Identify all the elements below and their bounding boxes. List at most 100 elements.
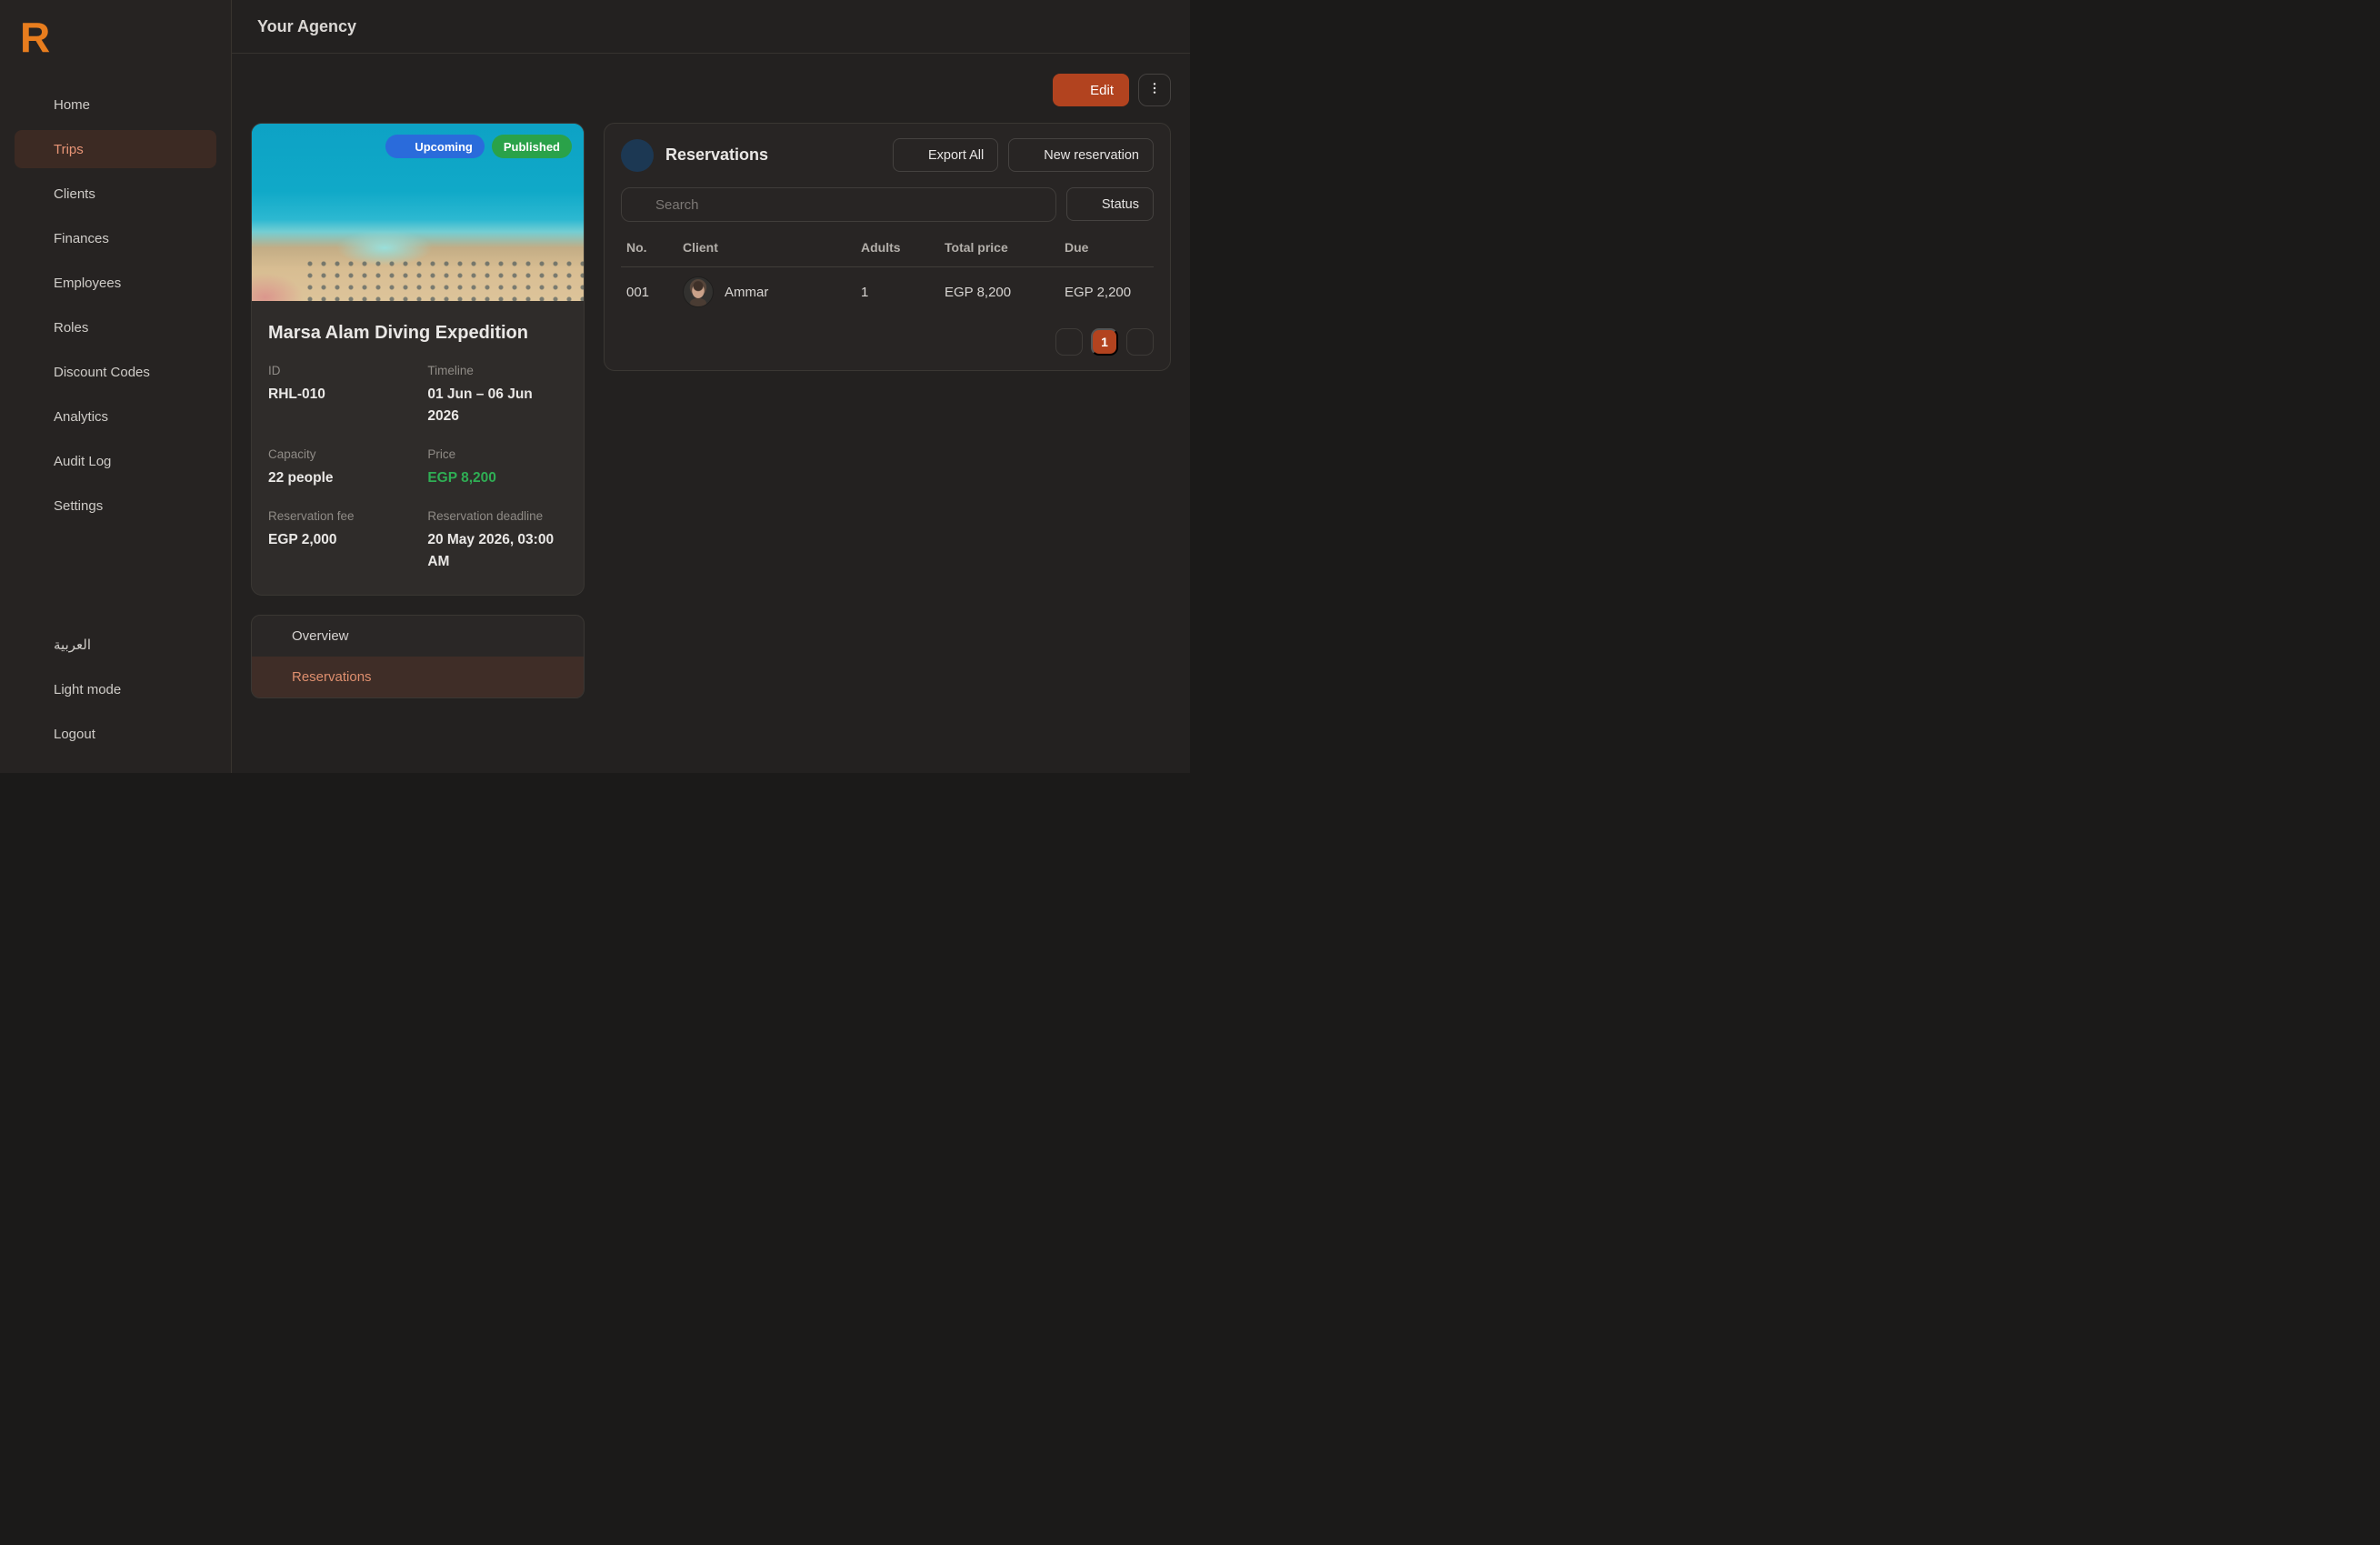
export-all-button[interactable]: Export All <box>892 138 999 172</box>
sidebar-item-roles[interactable]: Roles <box>15 308 216 346</box>
download-icon <box>907 146 921 164</box>
detail-price: Price EGP 8,200 <box>427 447 567 489</box>
right-actions: Edit <box>1053 74 1171 106</box>
detail-label: Reservation deadline <box>427 509 544 524</box>
detail-label: Capacity <box>268 447 316 462</box>
detail-label: Timeline <box>427 364 474 377</box>
column-header-no: No. <box>621 233 677 267</box>
sidebar-item-language-arabic[interactable]: العربية <box>15 626 216 664</box>
detail-capacity: Capacity 22 people <box>268 447 415 489</box>
detail-value: EGP 2,000 <box>268 532 337 548</box>
sidebar-item-finances[interactable]: Finances <box>15 219 216 257</box>
sidebar-item-discount-codes[interactable]: Discount Codes <box>15 353 216 391</box>
detail-value: 22 people <box>268 470 334 487</box>
sidebar-item-label: العربية <box>54 637 91 653</box>
table-row[interactable]: 001 Ammar 1 EGP 8,200 EGP 2,200 <box>621 267 1154 317</box>
search-row: Status <box>621 187 1154 222</box>
detail-value: 20 May 2026, 03:00 AM <box>427 532 555 570</box>
search-icon <box>633 196 647 215</box>
chart-icon <box>25 406 42 426</box>
upcoming-badge-label: Upcoming <box>415 139 473 154</box>
sidebar-item-employees[interactable]: Employees <box>15 264 216 302</box>
sidebar-item-light-mode[interactable]: Light mode <box>15 670 216 708</box>
edit-pencil-icon <box>1068 81 1083 99</box>
chevron-right-icon <box>1134 335 1146 350</box>
users-icon <box>265 667 281 687</box>
plus-icon <box>1023 146 1036 164</box>
scroll-icon <box>25 451 42 471</box>
clock-icon <box>397 139 409 154</box>
trip-title: Marsa Alam Diving Expedition <box>268 323 528 343</box>
sidebar-item-label: Audit Log <box>54 453 112 469</box>
info-icon <box>265 627 281 646</box>
trip-badges: Upcoming Published <box>385 135 572 158</box>
tab-label: Overview <box>292 628 349 645</box>
export-all-label: Export All <box>927 147 985 163</box>
sidebar-item-audit-log[interactable]: Audit Log <box>15 442 216 480</box>
cell-total-price: EGP 8,200 <box>945 284 1012 300</box>
users-icon <box>25 184 42 204</box>
trip-column: Upcoming Published Marsa Alam Diving Exp… <box>251 123 585 699</box>
column-header-client: Client <box>677 233 855 267</box>
prev-page-button[interactable] <box>1055 328 1083 356</box>
sidebar-item-settings[interactable]: Settings <box>15 487 216 525</box>
published-badge: Published <box>491 135 572 158</box>
globe-icon <box>25 635 42 655</box>
detail-label: ID <box>268 364 281 377</box>
new-reservation-button[interactable]: New reservation <box>1008 138 1154 172</box>
sidebar-item-clients[interactable]: Clients <box>15 175 216 213</box>
reservations-actions: Export All New reservation <box>892 138 1154 172</box>
sidebar-footer: العربية Light mode Logout <box>15 626 216 753</box>
sidebar-item-label: Analytics <box>54 408 109 425</box>
sidebar-item-label: Home <box>54 96 91 113</box>
search-box <box>621 187 1056 222</box>
reservations-title: Reservations <box>665 145 769 164</box>
client-name: Ammar <box>725 284 769 300</box>
page-number-button[interactable]: 1 <box>1091 328 1118 356</box>
detail-value-price: EGP 8,200 <box>427 470 496 487</box>
reservations-panel: Reservations Export All New reservation <box>604 123 1171 371</box>
sidebar: R Home Trips Clients Finances Employees <box>0 0 232 773</box>
cell-client: Ammar <box>677 267 855 317</box>
edit-button[interactable]: Edit <box>1053 74 1129 106</box>
reservations-header: Reservations Export All New reservation <box>621 138 1154 172</box>
main-area: Your Agency Edit Upcoming Published Mars… <box>232 0 1190 773</box>
next-page-button[interactable] <box>1126 328 1154 356</box>
arrow-left-icon <box>253 78 275 103</box>
sidebar-item-label: Settings <box>54 497 104 514</box>
status-filter-button[interactable]: Status <box>1065 187 1154 221</box>
sidebar-item-label: Employees <box>54 275 122 291</box>
published-badge-label: Published <box>503 139 560 154</box>
sun-icon <box>25 679 42 699</box>
trip-detail-grid: ID RHL-010 Timeline 01 Jun – 06 Jun 2026… <box>268 364 567 573</box>
app-logo: R <box>20 14 50 61</box>
back-button[interactable] <box>251 76 276 105</box>
detail-reservation-deadline: Reservation deadline 20 May 2026, 03:00 … <box>427 509 567 573</box>
trip-details: Marsa Alam Diving Expedition ID RHL-010 … <box>252 301 584 595</box>
detail-id: ID RHL-010 <box>268 364 415 427</box>
search-input[interactable] <box>655 196 1045 213</box>
more-options-button[interactable] <box>1138 74 1171 106</box>
tab-reservations[interactable]: Reservations <box>252 657 584 698</box>
edit-button-label: Edit <box>1090 82 1114 98</box>
column-header-total-price: Total price <box>939 233 1059 267</box>
sidebar-item-logout[interactable]: Logout <box>15 715 216 753</box>
content: Edit Upcoming Published Marsa Alam Divin… <box>232 54 1190 773</box>
sidebar-item-label: Logout <box>54 726 95 742</box>
sidebar-item-analytics[interactable]: Analytics <box>15 397 216 436</box>
beach-umbrellas-decor <box>305 258 584 301</box>
trip-photo: Upcoming Published <box>252 124 584 301</box>
sidebar-item-home[interactable]: Home <box>15 85 216 124</box>
sidebar-item-label: Discount Codes <box>54 364 150 380</box>
tab-overview[interactable]: Overview <box>252 616 584 657</box>
sidebar-item-trips[interactable]: Trips <box>15 130 216 168</box>
kebab-menu-icon <box>1147 81 1162 99</box>
cell-no: 001 <box>626 284 650 300</box>
column-header-due: Due <box>1059 233 1154 267</box>
reservations-table: No. Client Adults Total price Due 001 Am… <box>621 233 1154 316</box>
filter-funnel-icon <box>1081 196 1095 213</box>
sidebar-item-label: Finances <box>54 230 109 246</box>
trip-tabs: Overview Reservations <box>251 615 585 699</box>
sidebar-item-label: Light mode <box>54 681 122 697</box>
new-reservation-label: New reservation <box>1044 147 1139 163</box>
